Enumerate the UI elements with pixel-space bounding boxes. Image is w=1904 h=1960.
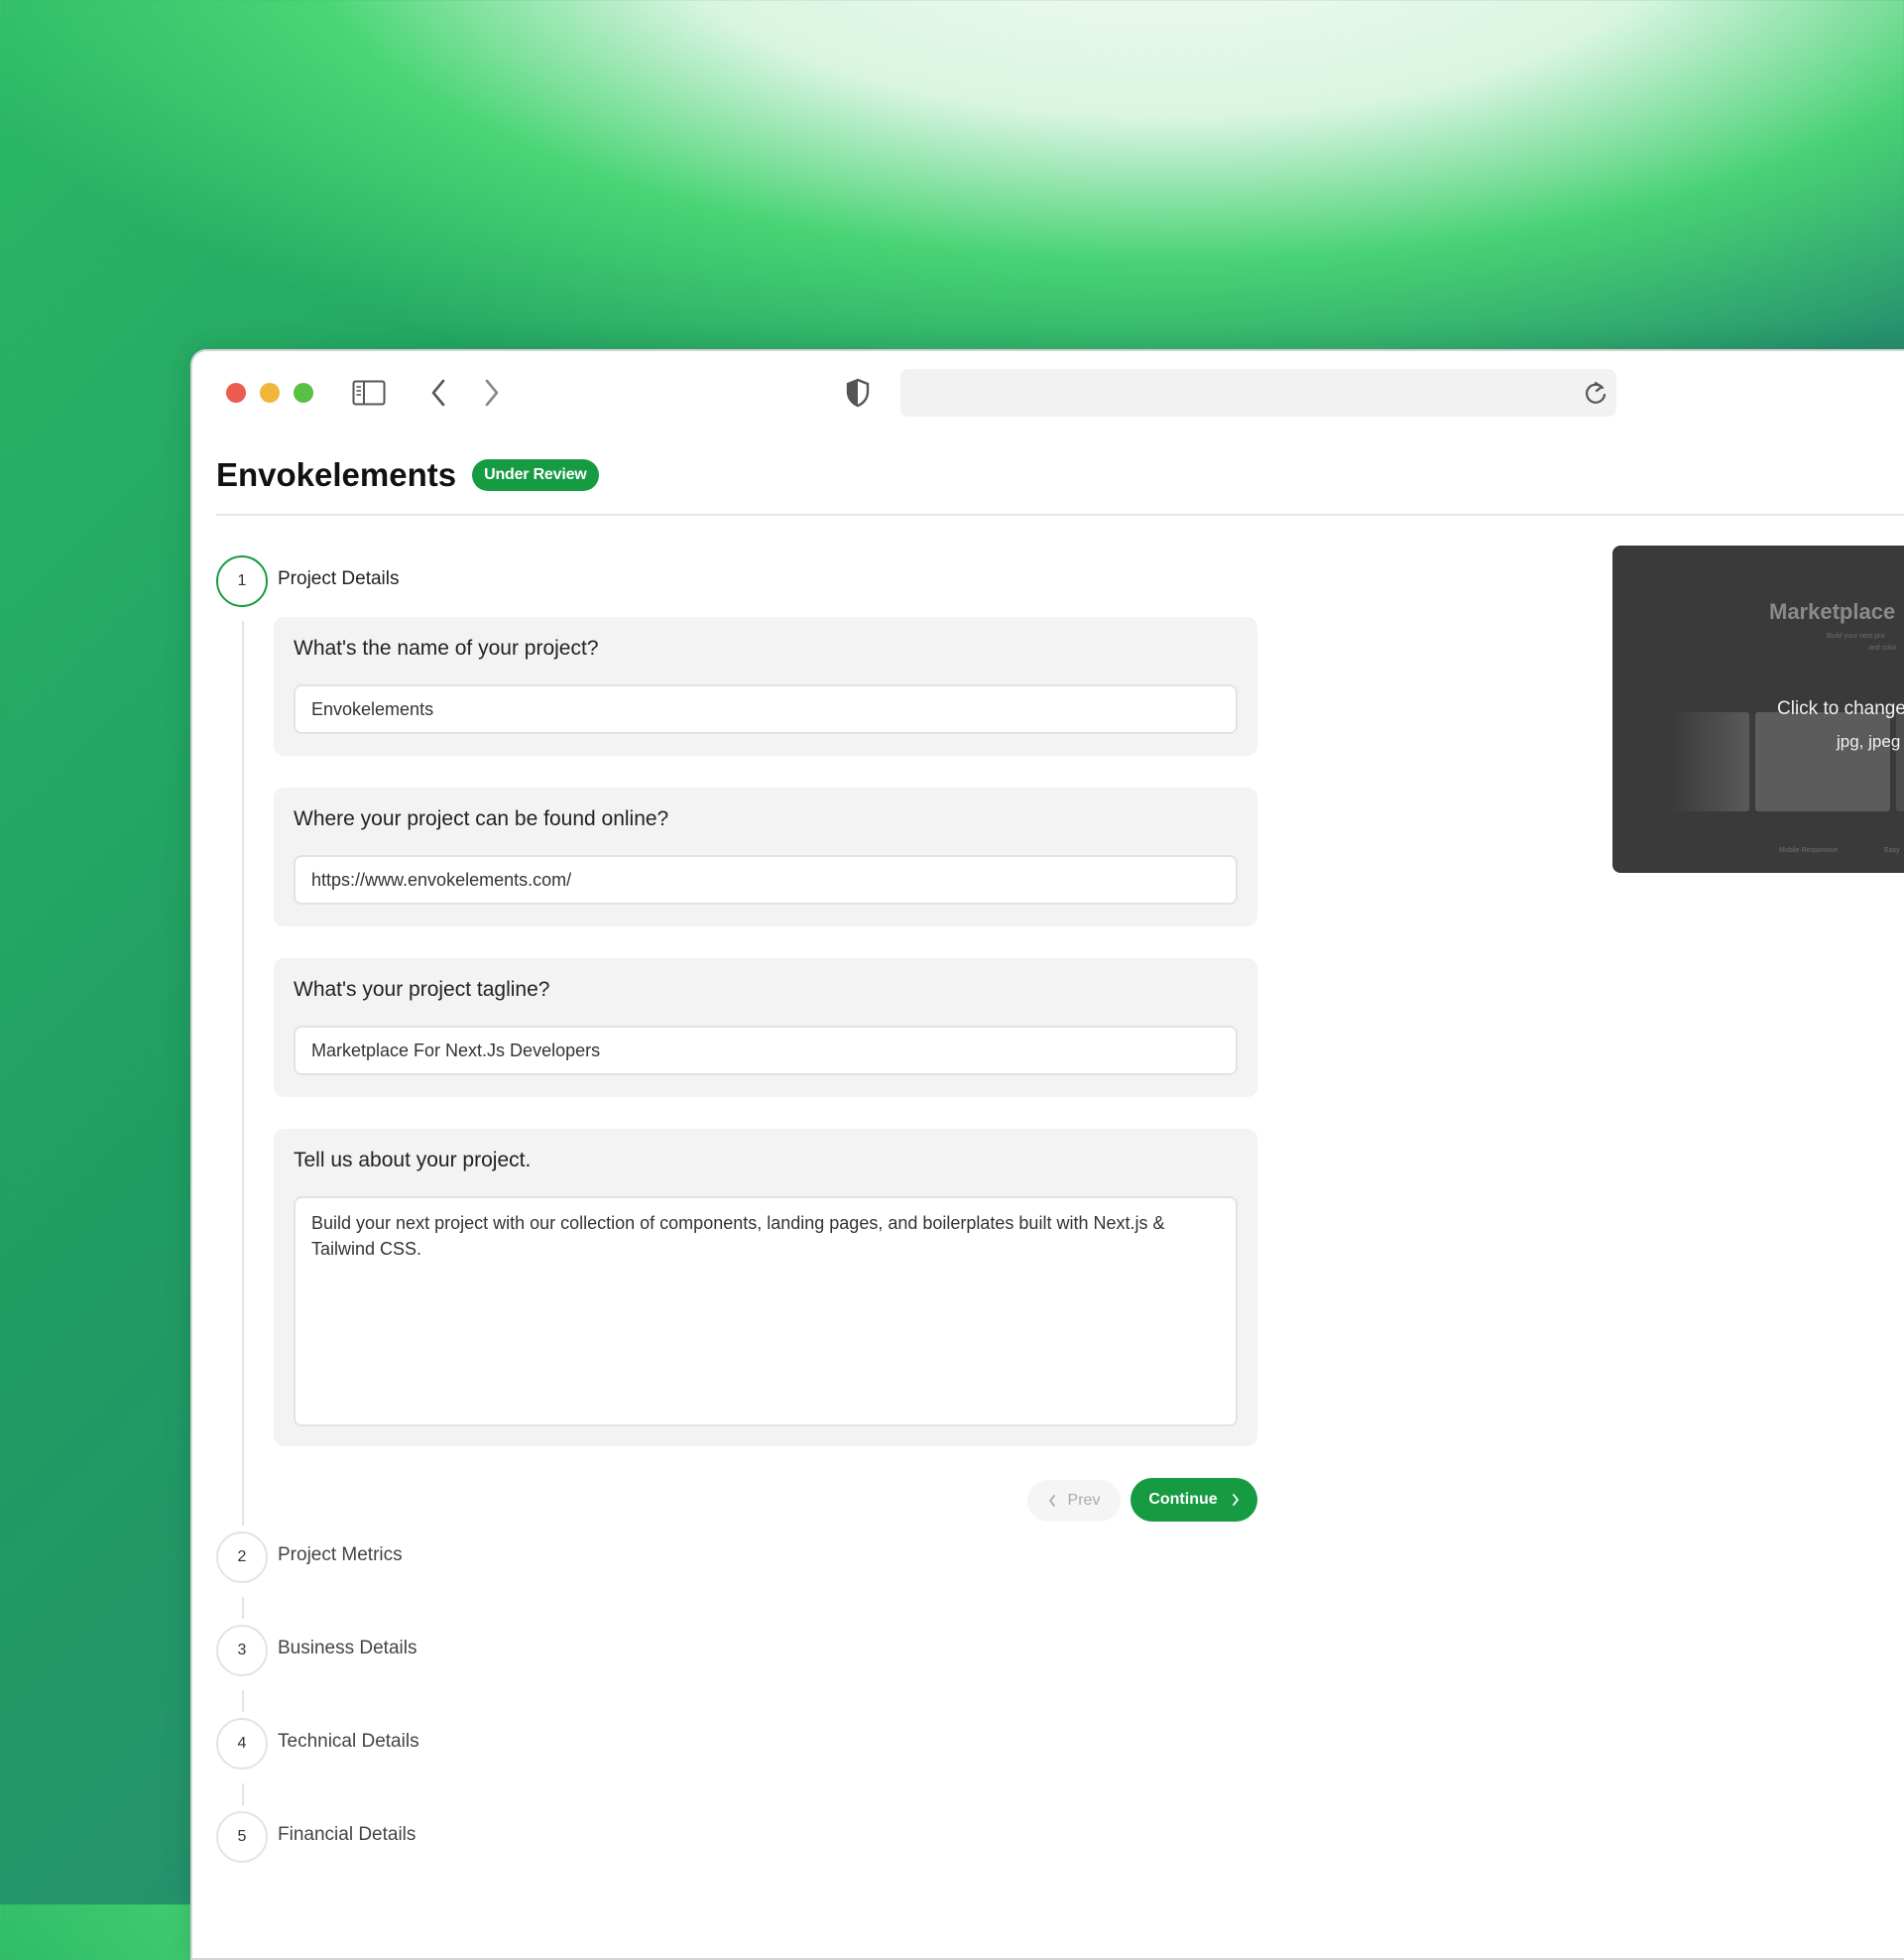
project-name-question: What's the name of your project? [294,637,599,660]
back-chevron-icon[interactable] [426,377,450,409]
project-tagline-input[interactable]: Marketplace For Next.Js Developers [294,1026,1238,1075]
step-4-indicator[interactable]: 4 [216,1718,268,1770]
project-url-question: Where your project can be found online? [294,807,669,830]
step-connector [242,621,244,1526]
page-title: Envokelements [216,456,457,493]
forward-chevron-icon[interactable] [480,377,504,409]
prev-button[interactable]: Prev [1027,1480,1121,1522]
chevron-right-icon [1232,1494,1239,1506]
step-1-indicator[interactable]: 1 [216,555,268,607]
project-name-card: What's the name of your project? Envokel… [274,617,1257,756]
step-4-label[interactable]: Technical Details [278,1731,419,1753]
project-about-card: Tell us about your project. Build your n… [274,1129,1257,1446]
step-1-label[interactable]: Project Details [278,568,400,590]
preview-thumbnail [1896,712,1904,811]
step-connector [242,1690,244,1712]
project-about-textarea[interactable]: Build your next project with our collect… [294,1196,1238,1426]
sidebar-toggle-icon[interactable] [351,379,387,407]
reload-icon[interactable] [1583,379,1608,412]
step-2-label[interactable]: Project Metrics [278,1544,403,1566]
prev-button-label: Prev [1067,1492,1101,1509]
cover-image-upload[interactable]: Marketplace Build your next pro and colo… [1612,546,1904,873]
project-name-input[interactable]: Envokelements [294,684,1238,734]
step-connector [242,1597,244,1619]
preview-subtitle: and color [1868,645,1897,652]
project-tagline-card: What's your project tagline? Marketplace… [274,958,1257,1097]
preview-feature-label: Easy [1884,847,1900,854]
chevron-left-icon [1048,1495,1055,1507]
click-to-change-text: Click to change [1777,698,1904,719]
step-connector [242,1783,244,1805]
header-divider [216,514,1904,516]
project-tagline-question: What's your project tagline? [294,978,550,1001]
preview-feature-label: Mobile Responsive [1779,847,1839,854]
project-url-input[interactable]: https://www.envokelements.com/ [294,855,1238,905]
shield-icon[interactable] [843,377,873,409]
project-about-question: Tell us about your project. [294,1149,532,1171]
browser-window: Envokelements Under Review 1 Project Det… [190,349,1904,1960]
page-header: Envokelements Under Review [216,456,599,494]
step-2-indicator[interactable]: 2 [216,1531,268,1583]
minimize-window-button[interactable] [260,383,280,403]
continue-button[interactable]: Continue [1130,1478,1257,1522]
address-bar[interactable] [900,369,1616,417]
maximize-window-button[interactable] [294,383,313,403]
step-3-indicator[interactable]: 3 [216,1625,268,1676]
preview-title: Marketplace [1769,599,1896,624]
accepted-formats-text: jpg, jpeg [1837,732,1901,751]
status-badge: Under Review [472,459,599,491]
close-window-button[interactable] [226,383,246,403]
step-5-label[interactable]: Financial Details [278,1824,416,1846]
window-controls [226,383,313,403]
project-url-card: Where your project can be found online? … [274,788,1257,926]
step-5-indicator[interactable]: 5 [216,1811,268,1863]
preview-subtitle: Build your next pro [1827,633,1885,640]
preview-thumbnail [1755,712,1890,811]
preview-thumbnail [1670,712,1749,811]
step-3-label[interactable]: Business Details [278,1638,416,1659]
continue-button-label: Continue [1148,1491,1218,1508]
